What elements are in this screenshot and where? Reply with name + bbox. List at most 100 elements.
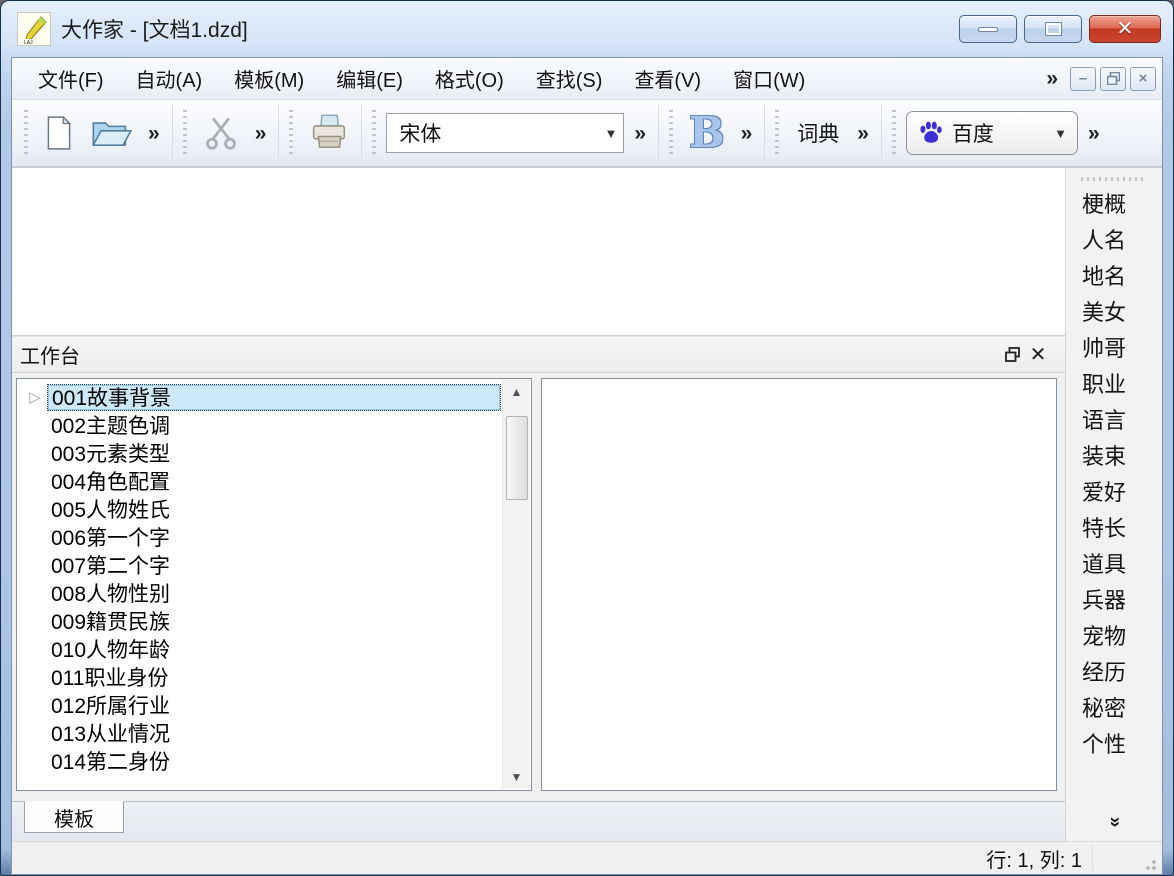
sidebar-item-person-name[interactable]: 人名 — [1066, 223, 1162, 259]
font-group-overflow-button[interactable]: » — [628, 123, 652, 144]
restore-button[interactable] — [1024, 15, 1082, 43]
tree-item[interactable]: 003元素类型 — [23, 439, 501, 467]
sidebar-item-secret[interactable]: 秘密 — [1066, 691, 1162, 727]
sidebar-item-prop[interactable]: 道具 — [1066, 547, 1162, 583]
document-editor[interactable] — [12, 168, 1065, 336]
window-body: 文件(F) 自动(A) 模板(M) 编辑(E) 格式(O) 查找(S) 查看(V… — [11, 57, 1163, 875]
print-icon — [313, 114, 346, 148]
toolbar-grip[interactable] — [891, 110, 896, 156]
close-button[interactable]: ✕ — [1089, 15, 1161, 43]
sidebar-grip[interactable] — [1081, 177, 1147, 181]
scrollbar-thumb[interactable] — [505, 416, 528, 500]
minimize-icon — [978, 26, 998, 32]
tree-item[interactable]: 014第二身份 — [23, 747, 501, 775]
workbench-header: 工作台 ✕ — [12, 336, 1065, 373]
tree-item[interactable]: 010人物年龄 — [23, 635, 501, 663]
sidebar-item-language[interactable]: 语言 — [1066, 403, 1162, 439]
tree-item[interactable]: 004角色配置 — [23, 467, 501, 495]
scroll-up-icon[interactable]: ▲ — [503, 380, 530, 404]
edit-group-overflow-button[interactable]: » — [249, 123, 273, 144]
workbench-title: 工作台 — [20, 346, 80, 368]
menubar: 文件(F) 自动(A) 模板(M) 编辑(E) 格式(O) 查找(S) 查看(V… — [12, 58, 1162, 100]
cut-button[interactable] — [197, 113, 245, 153]
menu-item-window[interactable]: 窗口(W) — [717, 58, 821, 99]
mdi-minimize-button[interactable]: – — [1070, 66, 1096, 91]
tree-scrollbar[interactable]: ▲ ▼ — [502, 380, 530, 789]
format-group-overflow-button[interactable]: » — [735, 123, 759, 144]
menu-item-view[interactable]: 查看(V) — [618, 58, 717, 99]
right-sidebar: 梗概 人名 地名 美女 帅哥 职业 语言 装束 爱好 特长 道具 兵器 宠物 经… — [1065, 168, 1162, 841]
mdi-restore-button[interactable] — [1100, 66, 1126, 91]
window-title: 大作家 - [文档1.dzd] — [61, 19, 248, 42]
menu-item-format[interactable]: 格式(O) — [419, 58, 520, 99]
sidebar-item-weapon[interactable]: 兵器 — [1066, 583, 1162, 619]
dictionary-button[interactable]: 词典 — [789, 112, 847, 154]
app-window: LAJ 大作家 - [文档1.dzd] ✕ 文件(F) 自动(A) 模板(M) … — [0, 0, 1174, 876]
tree-item[interactable]: 011职业身份 — [23, 663, 501, 691]
sidebar-item-personality[interactable]: 个性 — [1066, 727, 1162, 763]
file-group-overflow-button[interactable]: » — [142, 123, 166, 144]
tree-item[interactable]: 013从业情况 — [23, 719, 501, 747]
float-panel-icon — [1004, 347, 1020, 362]
baidu-paw-icon — [920, 121, 942, 143]
toolbar-grip[interactable] — [372, 110, 377, 156]
resize-grip[interactable] — [1138, 852, 1160, 874]
svg-text:LAJ: LAJ — [24, 40, 33, 46]
close-icon: ✕ — [1116, 18, 1134, 40]
tree-item[interactable]: 006第一个字 — [23, 523, 501, 551]
minimize-button[interactable] — [959, 15, 1017, 43]
toolbar: » » 宋体 ▼ » B » 词典 » 百度 ▼ » — [12, 100, 1162, 168]
workbench-close-button[interactable]: ✕ — [1025, 343, 1051, 367]
tree-item-selected[interactable]: ▷ 001故事背景 — [23, 383, 501, 411]
template-preview-panel[interactable] — [541, 378, 1057, 791]
template-tree[interactable]: ▷ 001故事背景 002主题色调 003元素类型 004角色配置 005人物姓… — [16, 378, 532, 791]
toolbar-grip[interactable] — [289, 110, 294, 156]
menu-item-file[interactable]: 文件(F) — [22, 58, 120, 99]
sidebar-item-hobby[interactable]: 爱好 — [1066, 475, 1162, 511]
tree-item[interactable]: 005人物姓氏 — [23, 495, 501, 523]
sidebar-item-specialty[interactable]: 特长 — [1066, 511, 1162, 547]
status-cell — [1092, 845, 1138, 871]
toolbar-grip[interactable] — [775, 110, 780, 156]
print-button[interactable] — [303, 111, 355, 155]
mdi-close-button[interactable]: × — [1130, 66, 1156, 91]
sidebar-item-occupation[interactable]: 职业 — [1066, 367, 1162, 403]
toolbar-grip[interactable] — [24, 110, 28, 156]
sidebar-item-handsome[interactable]: 帅哥 — [1066, 331, 1162, 367]
dictionary-group-overflow-button[interactable]: » — [851, 123, 875, 144]
search-engine-value: 百度 — [951, 123, 994, 146]
sidebar-item-synopsis[interactable]: 梗概 — [1066, 187, 1162, 223]
titlebar: LAJ 大作家 - [文档1.dzd] ✕ — [1, 1, 1173, 57]
sidebar-item-place-name[interactable]: 地名 — [1066, 259, 1162, 295]
font-select[interactable]: 宋体 ▼ — [386, 113, 625, 153]
tree-item[interactable]: 002主题色调 — [23, 411, 501, 439]
scroll-down-icon[interactable]: ▼ — [503, 765, 530, 789]
tree-item[interactable]: 012所属行业 — [23, 691, 501, 719]
expander-icon[interactable]: ▷ — [23, 390, 47, 405]
tab-template[interactable]: 模板 — [24, 801, 124, 833]
menu-item-template[interactable]: 模板(M) — [218, 58, 320, 99]
workbench-float-button[interactable] — [999, 343, 1025, 367]
new-document-icon — [47, 115, 72, 150]
open-file-button[interactable] — [84, 113, 138, 153]
toolbar-grip[interactable] — [182, 110, 187, 156]
bottom-tab-bar: 模板 — [12, 801, 1065, 841]
menu-item-edit[interactable]: 编辑(E) — [320, 58, 419, 99]
sidebar-item-experience[interactable]: 经历 — [1066, 655, 1162, 691]
search-engine-select[interactable]: 百度 ▼ — [905, 111, 1078, 155]
sidebar-item-pet[interactable]: 宠物 — [1066, 619, 1162, 655]
menu-item-auto[interactable]: 自动(A) — [120, 58, 219, 99]
new-document-button[interactable] — [38, 113, 80, 153]
bold-button[interactable]: B — [683, 110, 731, 156]
sidebar-item-beauty[interactable]: 美女 — [1066, 295, 1162, 331]
toolbar-grip[interactable] — [669, 110, 674, 156]
menu-overflow-button[interactable]: » — [1040, 68, 1064, 89]
sidebar-more-button[interactable]: » — [1103, 817, 1125, 828]
tree-item[interactable]: 009籍贯民族 — [23, 607, 501, 635]
tree-item[interactable]: 008人物性别 — [23, 579, 501, 607]
sidebar-item-attire[interactable]: 装束 — [1066, 439, 1162, 475]
font-select-value: 宋体 — [399, 123, 442, 146]
menu-item-find[interactable]: 查找(S) — [520, 58, 619, 99]
search-group-overflow-button[interactable]: » — [1082, 123, 1106, 144]
tree-item[interactable]: 007第二个字 — [23, 551, 501, 579]
